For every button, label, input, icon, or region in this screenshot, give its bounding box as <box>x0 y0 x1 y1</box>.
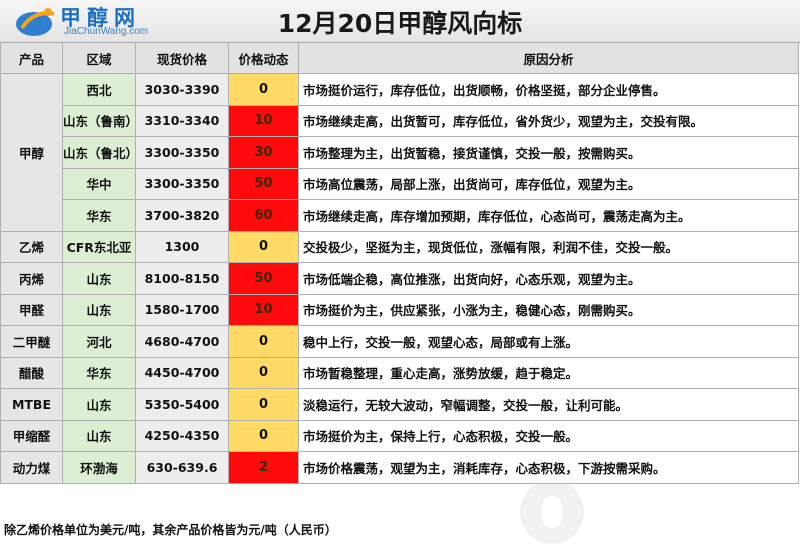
change-cell: 0 <box>228 388 299 421</box>
table-header-row: 产品 区域 现货价格 价格动态 原因分析 <box>0 42 799 74</box>
product-cell: 乙烯 <box>0 230 63 263</box>
header-bar: 甲醇网 JiaChunWang.com 12月20日甲醇风向标 <box>0 0 800 43</box>
page-title: 12月20日甲醇风向标 <box>277 9 523 38</box>
reason-cell: 市场低端企稳，高位推涨，出货向好，心态乐观，观望为主。 <box>298 262 799 295</box>
product-cell: 动力煤 <box>0 451 63 484</box>
col-header-price: 现货价格 <box>135 42 229 74</box>
footnote: 除乙烯价格单位为美元/吨，其余产品价格皆为元/吨（人民币） <box>4 523 337 537</box>
product-cell: 甲缩醛 <box>0 419 63 452</box>
region-cell: CFR东北亚 <box>62 230 136 263</box>
change-cell: 60 <box>228 199 299 232</box>
reason-cell: 稳中上行，交投一般，观望心态，局部或有上涨。 <box>298 325 799 358</box>
price-cell: 8100-8150 <box>135 262 229 295</box>
price-table: 产品 区域 现货价格 价格动态 原因分析 甲醇 西北 3030-3390 0 市场挺价运… <box>0 42 799 484</box>
table-row: 华中 3300-3350 50 市场高位震荡，局部上涨，出货尚可，库存低位，观望为主。 <box>1 167 799 200</box>
change-cell: 0 <box>228 419 299 452</box>
region-cell: 山东 <box>62 262 136 295</box>
change-cell: 0 <box>228 73 299 106</box>
product-cell: 甲醛 <box>0 293 63 326</box>
region-cell: 华东 <box>62 356 136 389</box>
price-cell: 3300-3350 <box>135 167 229 200</box>
product-cell: 丙烯 <box>0 262 63 295</box>
region-cell: 华东 <box>62 199 136 232</box>
table-row: 山东（鲁北） 3300-3350 30 市场整理为主，出货暂稳，接货谨慎，交投一般，按… <box>1 136 799 169</box>
price-cell: 3030-3390 <box>135 73 229 106</box>
reason-cell: 市场继续走高，出货暂可，库存低位，省外货少，观望为主，交投有限。 <box>298 104 799 137</box>
change-cell: 10 <box>228 293 299 326</box>
table-row: 二甲醚 河北 4680-4700 0 稳中上行，交投一般，观望心态，局部或有上涨。 <box>0 325 799 358</box>
product-cell: MTBE <box>0 388 63 421</box>
table-row: 乙烯 CFR东北亚 1300 0 交投极少，坚挺为主，现货低位，涨幅有限，利润不佳，交投… <box>0 230 799 263</box>
reason-cell: 市场挺价为主，保持上行，心态积极，交投一般。 <box>298 419 799 452</box>
price-cell: 4250-4350 <box>135 419 229 452</box>
product-cell: 醋酸 <box>0 356 63 389</box>
region-cell: 山东 <box>62 293 136 326</box>
region-cell: 山东 <box>62 388 136 421</box>
region-cell: 山东（鲁北） <box>62 136 136 169</box>
table-row: 甲醛 山东 1580-1700 10 市场挺价为主，供应紧张，小涨为主，稳健心态，刚需购… <box>0 293 799 326</box>
change-cell: 0 <box>228 230 299 263</box>
change-cell: 50 <box>228 167 299 200</box>
page: 甲醇网 JiaChunWang.com 12月20日甲醇风向标 产品 区域 现货… <box>0 0 800 547</box>
reason-cell: 市场挺价为主，供应紧张，小涨为主，稳健心态，刚需购买。 <box>298 293 799 326</box>
region-cell: 河北 <box>62 325 136 358</box>
table-row: 丙烯 山东 8100-8150 50 市场低端企稳，高位推涨，出货向好，心态乐观，观望为… <box>0 262 799 295</box>
col-header-product: 产品 <box>0 42 63 74</box>
region-cell: 山东（鲁南） <box>62 104 136 137</box>
table-row: 醋酸 华东 4450-4700 0 市场暂稳整理，重心走高，涨势放缓，趋于稳定。 <box>0 356 799 389</box>
change-cell: 2 <box>228 451 299 484</box>
change-cell: 30 <box>228 136 299 169</box>
price-cell: 1580-1700 <box>135 293 229 326</box>
reason-cell: 市场继续走高，库存增加预期，库存低位，心态尚可，震荡走高为主。 <box>298 199 799 232</box>
region-cell: 环渤海 <box>62 451 136 484</box>
table-row: 动力煤 环渤海 630-639.6 2 市场价格震荡，观望为主，消耗库存，心态积极，下游… <box>0 451 799 484</box>
reason-cell: 市场整理为主，出货暂稳，接货谨慎，交投一般，按需购买。 <box>298 136 799 169</box>
reason-cell: 市场挺价运行，库存低位，出货顺畅，价格坚挺，部分企业停售。 <box>298 73 799 106</box>
table-body: 甲醇 西北 3030-3390 0 市场挺价运行，库存低位，出货顺畅，价格坚挺，部分企业… <box>0 73 799 484</box>
table-row: MTBE 山东 5350-5400 0 淡稳运行，无较大波动，窄幅调整，交投一般，让利可… <box>0 388 799 421</box>
col-header-region: 区域 <box>62 42 136 74</box>
region-cell: 西北 <box>62 73 136 106</box>
watermark-logo-icon <box>520 480 584 544</box>
col-header-change: 价格动态 <box>228 42 299 74</box>
reason-cell: 交投极少，坚挺为主，现货低位，涨幅有限，利润不佳，交投一般。 <box>298 230 799 263</box>
reason-cell: 淡稳运行，无较大波动，窄幅调整，交投一般，让利可能。 <box>298 388 799 421</box>
table-row: 甲醇 西北 3030-3390 0 市场挺价运行，库存低位，出货顺畅，价格坚挺，部分企业… <box>0 73 799 232</box>
price-cell: 4680-4700 <box>135 325 229 358</box>
product-cell: 甲醇 <box>0 73 63 232</box>
change-cell: 0 <box>228 356 299 389</box>
price-cell: 3310-3340 <box>135 104 229 137</box>
table-row: 山东（鲁南） 3310-3340 10 市场继续走高，出货暂可，库存低位，省外货少，观… <box>1 104 799 137</box>
table-row: 甲缩醛 山东 4250-4350 0 市场挺价为主，保持上行，心态积极，交投一般。 <box>0 419 799 452</box>
price-cell: 3700-3820 <box>135 199 229 232</box>
region-cell: 山东 <box>62 419 136 452</box>
change-cell: 50 <box>228 262 299 295</box>
product-cell: 二甲醚 <box>0 325 63 358</box>
price-cell: 3300-3350 <box>135 136 229 169</box>
region-cell: 华中 <box>62 167 136 200</box>
reason-cell: 市场高位震荡，局部上涨，出货尚可，库存低位，观望为主。 <box>298 167 799 200</box>
reason-cell: 市场价格震荡，观望为主，消耗库存，心态积极，下游按需采购。 <box>298 451 799 484</box>
change-cell: 10 <box>228 104 299 137</box>
table-row: 华东 3700-3820 60 市场继续走高，库存增加预期，库存低位，心态尚可，震荡走… <box>1 199 799 232</box>
price-cell: 630-639.6 <box>135 451 229 484</box>
price-cell: 5350-5400 <box>135 388 229 421</box>
col-header-reason: 原因分析 <box>298 42 799 74</box>
price-cell: 1300 <box>135 230 229 263</box>
change-cell: 0 <box>228 325 299 358</box>
reason-cell: 市场暂稳整理，重心走高，涨势放缓，趋于稳定。 <box>298 356 799 389</box>
price-cell: 4450-4700 <box>135 356 229 389</box>
